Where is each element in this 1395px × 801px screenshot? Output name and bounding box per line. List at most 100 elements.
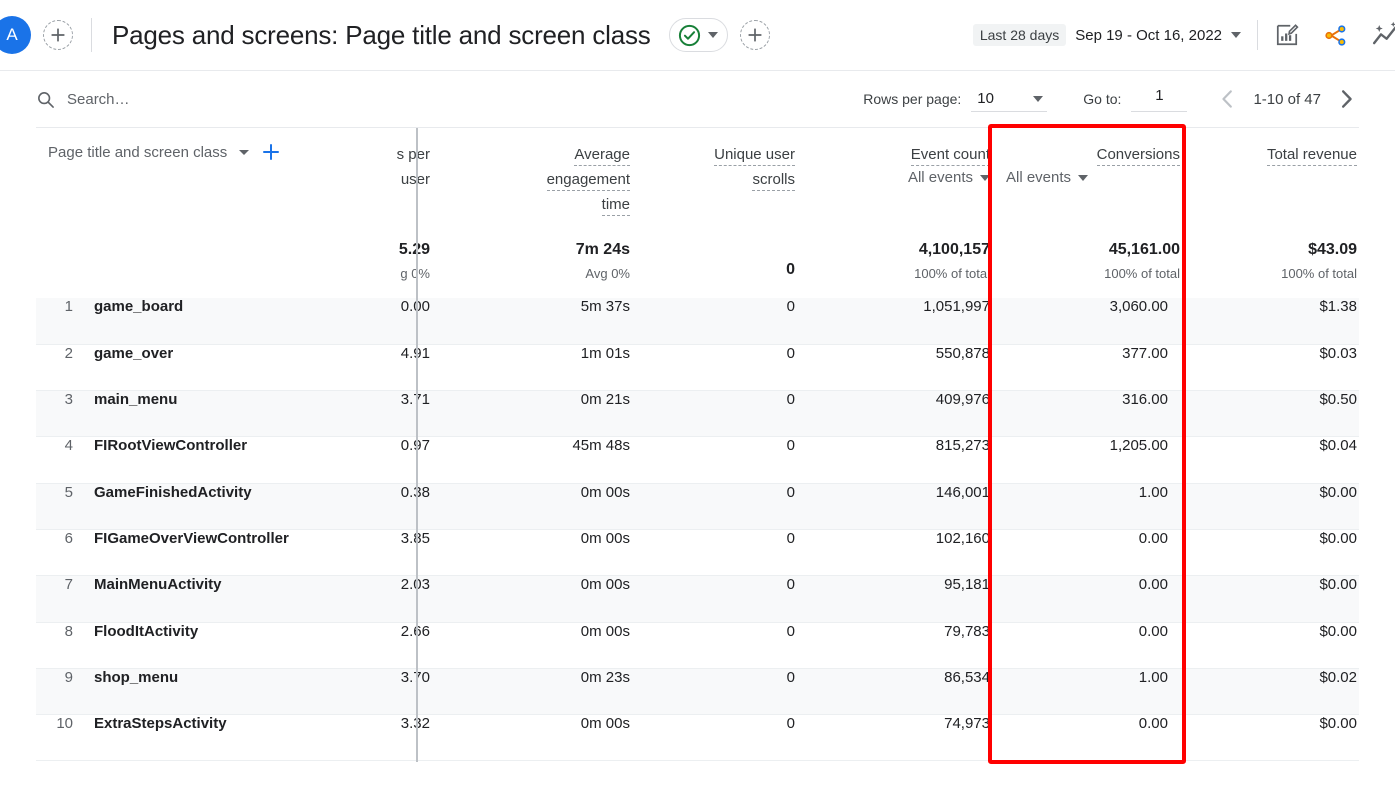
cell-scrolls: 0 bbox=[632, 436, 797, 484]
header-line-1: s per bbox=[396, 146, 430, 163]
chevron-down-icon bbox=[707, 32, 718, 38]
cell-revenue: $0.00 bbox=[1182, 575, 1359, 623]
row-page-title[interactable]: shop_menu bbox=[82, 668, 372, 716]
cell-scrolls: 0 bbox=[632, 390, 797, 438]
cell-revenue: $0.00 bbox=[1182, 622, 1359, 669]
cell-per-user: 2.66 bbox=[372, 622, 432, 669]
row-index: 4 bbox=[36, 436, 82, 484]
table-row[interactable]: 1game_board0.005m 37s01,051,9973,060.00$… bbox=[36, 298, 1359, 345]
row-index: 8 bbox=[36, 622, 82, 669]
filter-label: All events bbox=[907, 169, 973, 186]
cell-conversions: 316.00 bbox=[992, 390, 1182, 438]
cell-events: 79,783 bbox=[797, 622, 992, 669]
dimension-column-header: Page title and screen class bbox=[36, 128, 372, 298]
header-divider-2 bbox=[1257, 20, 1258, 50]
insights-icon[interactable] bbox=[1371, 20, 1395, 50]
total-subtext: 100% of total bbox=[1104, 266, 1180, 281]
row-page-title[interactable]: FIRootViewController bbox=[82, 436, 372, 484]
add-comparison-button[interactable] bbox=[43, 20, 73, 50]
row-index: 1 bbox=[36, 298, 82, 345]
cell-scrolls: 0 bbox=[632, 575, 797, 623]
cell-conversions: 0.00 bbox=[992, 529, 1182, 577]
table-row[interactable]: 3main_menu3.710m 21s0409,976316.00$0.50 bbox=[36, 390, 1359, 438]
cell-engagement: 0m 23s bbox=[432, 668, 632, 716]
header-divider bbox=[91, 18, 92, 52]
report-table-container: Page title and screen class s per user 5… bbox=[36, 124, 1359, 764]
cell-events: 86,534 bbox=[797, 668, 992, 716]
row-page-title[interactable]: ExtraStepsActivity bbox=[82, 714, 372, 762]
filter-label: All events bbox=[1006, 169, 1072, 186]
column-header-unique-user-scrolls[interactable]: Unique user scrolls 0 bbox=[632, 128, 797, 298]
row-page-title[interactable]: GameFinishedActivity bbox=[82, 483, 372, 530]
goto-input[interactable]: 1 bbox=[1131, 87, 1188, 112]
rows-per-page-select[interactable]: 10 bbox=[971, 87, 1048, 112]
cell-revenue: $0.04 bbox=[1182, 436, 1359, 484]
edit-chart-icon[interactable] bbox=[1274, 22, 1300, 48]
column-header-clipped-per-user: s per user 5.29 g 0% bbox=[372, 128, 432, 298]
previous-page-button[interactable] bbox=[1215, 86, 1241, 112]
plus-icon bbox=[51, 28, 65, 42]
date-range-text: Sep 19 - Oct 16, 2022 bbox=[1075, 26, 1222, 44]
report-table: Page title and screen class s per user 5… bbox=[36, 128, 1359, 762]
header-line-1: Conversions bbox=[1006, 142, 1182, 167]
column-header-total-revenue[interactable]: Total revenue $43.09 100% of total bbox=[1182, 128, 1359, 298]
table-row[interactable]: 4FIRootViewController0.9745m 48s0815,273… bbox=[36, 436, 1359, 484]
row-page-title[interactable]: FIGameOverViewController bbox=[82, 529, 372, 577]
row-page-title[interactable]: main_menu bbox=[82, 390, 372, 438]
column-header-conversions[interactable]: Conversions All events 45,161.00 100% of… bbox=[992, 128, 1182, 298]
total-value: 7m 24s bbox=[575, 241, 630, 258]
chevron-down-icon bbox=[1033, 95, 1044, 102]
column-total: 45,161.00 100% of total bbox=[1006, 239, 1182, 298]
row-page-title[interactable]: MainMenuActivity bbox=[82, 575, 372, 623]
total-subtext: Avg 0% bbox=[585, 266, 630, 281]
cell-engagement: 0m 21s bbox=[432, 390, 632, 438]
table-row[interactable]: 2game_over4.911m 01s0550,878377.00$0.03 bbox=[36, 344, 1359, 392]
avatar[interactable]: A bbox=[0, 16, 31, 54]
table-row[interactable]: 6FIGameOverViewController3.850m 00s0102,… bbox=[36, 529, 1359, 577]
plus-icon bbox=[747, 28, 762, 42]
share-icon[interactable] bbox=[1322, 22, 1349, 49]
header-line-1: Total revenue bbox=[1182, 142, 1359, 167]
row-page-title[interactable]: game_board bbox=[82, 298, 372, 345]
status-chip[interactable] bbox=[668, 18, 728, 52]
conversions-filter-select[interactable]: All events bbox=[1006, 169, 1182, 186]
total-value: 4,100,157 bbox=[918, 241, 990, 258]
add-dimension-button[interactable] bbox=[261, 142, 281, 162]
date-range-picker[interactable]: Last 28 days Sep 19 - Oct 16, 2022 bbox=[972, 24, 1241, 46]
column-total: 5.29 g 0% bbox=[372, 239, 432, 298]
chevron-down-icon[interactable] bbox=[239, 149, 250, 155]
row-page-title[interactable]: FloodItActivity bbox=[82, 622, 372, 669]
table-head: Page title and screen class s per user 5… bbox=[36, 128, 1359, 298]
column-header-avg-engagement-time[interactable]: Average engagement time 7m 24s Avg 0% bbox=[432, 128, 632, 298]
column-total: 4,100,157 100% of total bbox=[797, 239, 992, 298]
goto-label: Go to: bbox=[1083, 91, 1122, 107]
search-input[interactable]: Search… bbox=[36, 90, 130, 109]
table-row[interactable]: 7MainMenuActivity2.030m 00s095,1810.00$0… bbox=[36, 575, 1359, 623]
table-toolbar: Search… Rows per page: 10 Go to: 1 1-10 … bbox=[0, 71, 1395, 127]
row-index: 9 bbox=[36, 668, 82, 716]
cell-conversions: 377.00 bbox=[992, 344, 1182, 392]
column-header-event-count[interactable]: Event count All events 4,100,157 100% of… bbox=[797, 128, 992, 298]
table-row[interactable]: 10ExtraStepsActivity3.320m 00s074,9730.0… bbox=[36, 714, 1359, 762]
cell-engagement: 1m 01s bbox=[432, 344, 632, 392]
frozen-column-divider bbox=[416, 128, 418, 762]
add-filter-button[interactable] bbox=[739, 20, 770, 50]
table-row[interactable]: 8FloodItActivity2.660m 00s079,7830.00$0.… bbox=[36, 622, 1359, 669]
cell-conversions: 0.00 bbox=[992, 575, 1182, 623]
cell-events: 146,001 bbox=[797, 483, 992, 530]
cell-events: 815,273 bbox=[797, 436, 992, 484]
next-page-button[interactable] bbox=[1333, 86, 1359, 112]
row-index: 6 bbox=[36, 529, 82, 577]
table-row[interactable]: 9shop_menu3.700m 23s086,5341.00$0.02 bbox=[36, 668, 1359, 716]
total-value: 45,161.00 bbox=[1108, 241, 1180, 258]
row-page-title[interactable]: game_over bbox=[82, 344, 372, 392]
event-count-filter-select[interactable]: All events bbox=[797, 169, 992, 186]
cell-events: 74,973 bbox=[797, 714, 992, 762]
pagination-controls: Rows per page: 10 Go to: 1 1-10 of 47 bbox=[863, 86, 1359, 112]
cell-per-user: 4.91 bbox=[372, 344, 432, 392]
cell-scrolls: 0 bbox=[632, 344, 797, 392]
row-index: 10 bbox=[36, 714, 82, 762]
check-circle-icon bbox=[678, 24, 700, 46]
table-row[interactable]: 5GameFinishedActivity0.380m 00s0146,0011… bbox=[36, 483, 1359, 530]
cell-revenue: $0.50 bbox=[1182, 390, 1359, 438]
